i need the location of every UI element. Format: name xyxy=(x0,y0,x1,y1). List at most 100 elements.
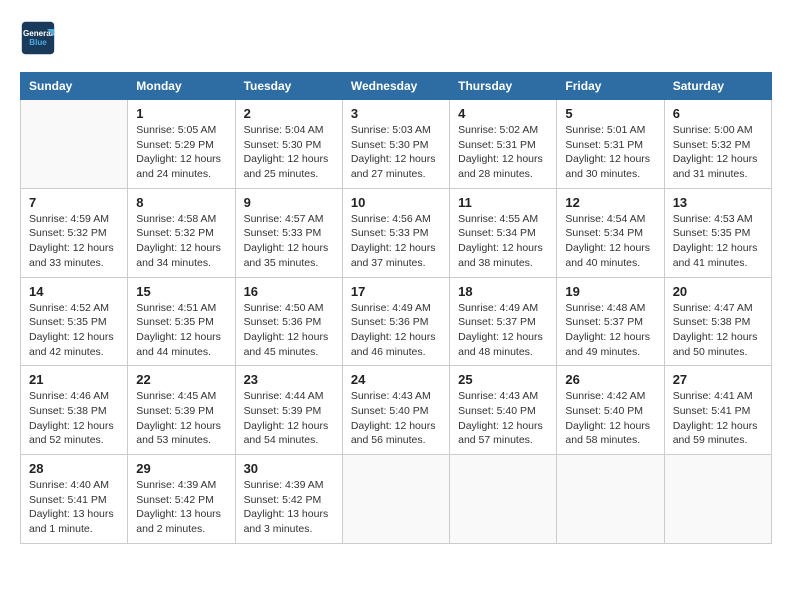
day-detail: Sunrise: 4:48 AM Sunset: 5:37 PM Dayligh… xyxy=(565,301,655,360)
calendar-cell: 14 Sunrise: 4:52 AM Sunset: 5:35 PM Dayli… xyxy=(21,277,128,366)
calendar-cell: 6Sunrise: 5:00 AM Sunset: 5:32 PM Daylig… xyxy=(664,100,771,189)
day-number: 14 xyxy=(29,284,119,299)
calendar-cell: 30Sunrise: 4:39 AM Sunset: 5:42 PM Dayli… xyxy=(235,455,342,544)
calendar-cell: 19 Sunrise: 4:48 AM Sunset: 5:37 PM Dayli… xyxy=(557,277,664,366)
calendar-cell: 16Sunrise: 4:50 AM Sunset: 5:36 PM Dayli… xyxy=(235,277,342,366)
week-row-4: 21Sunrise: 4:46 AM Sunset: 5:38 PM Dayli… xyxy=(21,366,772,455)
day-number: 19 xyxy=(565,284,655,299)
calendar-cell: 4 Sunrise: 5:02 AM Sunset: 5:31 PM Daylig… xyxy=(450,100,557,189)
calendar-cell: 23 Sunrise: 4:44 AM Sunset: 5:39 PM Dayli… xyxy=(235,366,342,455)
svg-text:Blue: Blue xyxy=(29,38,47,47)
calendar-cell: 2 Sunrise: 5:04 AM Sunset: 5:30 PM Daylig… xyxy=(235,100,342,189)
day-detail: Sunrise: 5:03 AM Sunset: 5:30 PM Dayligh… xyxy=(351,123,441,182)
calendar-cell: 27 Sunrise: 4:41 AM Sunset: 5:41 PM Dayli… xyxy=(664,366,771,455)
day-detail: Sunrise: 4:55 AM Sunset: 5:34 PM Dayligh… xyxy=(458,212,548,271)
calendar-cell: 20 Sunrise: 4:47 AM Sunset: 5:38 PM Dayli… xyxy=(664,277,771,366)
calendar-cell xyxy=(664,455,771,544)
day-number: 27 xyxy=(673,372,763,387)
day-detail: Sunrise: 4:56 AM Sunset: 5:33 PM Dayligh… xyxy=(351,212,441,271)
calendar-cell: 11 Sunrise: 4:55 AM Sunset: 5:34 PM Dayli… xyxy=(450,188,557,277)
day-detail: Sunrise: 5:02 AM Sunset: 5:31 PM Dayligh… xyxy=(458,123,548,182)
day-number: 9 xyxy=(244,195,334,210)
day-number: 28 xyxy=(29,461,119,476)
calendar-cell: 26Sunrise: 4:42 AM Sunset: 5:40 PM Dayli… xyxy=(557,366,664,455)
day-number: 1 xyxy=(136,106,226,121)
day-detail: Sunrise: 4:40 AM Sunset: 5:41 PM Dayligh… xyxy=(29,478,119,537)
day-number: 23 xyxy=(244,372,334,387)
calendar-cell xyxy=(21,100,128,189)
day-number: 26 xyxy=(565,372,655,387)
calendar-cell: 12Sunrise: 4:54 AM Sunset: 5:34 PM Dayli… xyxy=(557,188,664,277)
day-detail: Sunrise: 4:49 AM Sunset: 5:36 PM Dayligh… xyxy=(351,301,441,360)
calendar-header-row: SundayMondayTuesdayWednesdayThursdayFrid… xyxy=(21,73,772,100)
calendar-cell: 15Sunrise: 4:51 AM Sunset: 5:35 PM Dayli… xyxy=(128,277,235,366)
svg-text:General: General xyxy=(23,29,53,38)
day-detail: Sunrise: 5:01 AM Sunset: 5:31 PM Dayligh… xyxy=(565,123,655,182)
day-number: 8 xyxy=(136,195,226,210)
day-header-thursday: Thursday xyxy=(450,73,557,100)
day-number: 20 xyxy=(673,284,763,299)
day-detail: Sunrise: 4:59 AM Sunset: 5:32 PM Dayligh… xyxy=(29,212,119,271)
day-detail: Sunrise: 4:39 AM Sunset: 5:42 PM Dayligh… xyxy=(136,478,226,537)
day-detail: Sunrise: 4:51 AM Sunset: 5:35 PM Dayligh… xyxy=(136,301,226,360)
day-number: 25 xyxy=(458,372,548,387)
day-number: 24 xyxy=(351,372,441,387)
day-number: 17 xyxy=(351,284,441,299)
day-number: 10 xyxy=(351,195,441,210)
calendar-cell: 24 Sunrise: 4:43 AM Sunset: 5:40 PM Dayli… xyxy=(342,366,449,455)
calendar-cell: 22 Sunrise: 4:45 AM Sunset: 5:39 PM Dayli… xyxy=(128,366,235,455)
calendar-cell: 1 Sunrise: 5:05 AM Sunset: 5:29 PM Daylig… xyxy=(128,100,235,189)
day-number: 13 xyxy=(673,195,763,210)
calendar-cell: 29 Sunrise: 4:39 AM Sunset: 5:42 PM Dayli… xyxy=(128,455,235,544)
day-number: 29 xyxy=(136,461,226,476)
day-header-friday: Friday xyxy=(557,73,664,100)
day-number: 21 xyxy=(29,372,119,387)
day-detail: Sunrise: 4:44 AM Sunset: 5:39 PM Dayligh… xyxy=(244,389,334,448)
day-detail: Sunrise: 5:00 AM Sunset: 5:32 PM Dayligh… xyxy=(673,123,763,182)
day-header-tuesday: Tuesday xyxy=(235,73,342,100)
day-detail: Sunrise: 4:43 AM Sunset: 5:40 PM Dayligh… xyxy=(351,389,441,448)
day-number: 4 xyxy=(458,106,548,121)
calendar-cell: 5 Sunrise: 5:01 AM Sunset: 5:31 PM Daylig… xyxy=(557,100,664,189)
day-detail: Sunrise: 4:54 AM Sunset: 5:34 PM Dayligh… xyxy=(565,212,655,271)
day-number: 11 xyxy=(458,195,548,210)
week-row-3: 14 Sunrise: 4:52 AM Sunset: 5:35 PM Dayli… xyxy=(21,277,772,366)
page-header: General Blue xyxy=(20,20,772,56)
calendar-cell xyxy=(342,455,449,544)
day-detail: Sunrise: 4:45 AM Sunset: 5:39 PM Dayligh… xyxy=(136,389,226,448)
day-detail: Sunrise: 4:41 AM Sunset: 5:41 PM Dayligh… xyxy=(673,389,763,448)
calendar-cell: 25 Sunrise: 4:43 AM Sunset: 5:40 PM Dayli… xyxy=(450,366,557,455)
day-number: 3 xyxy=(351,106,441,121)
week-row-1: 1 Sunrise: 5:05 AM Sunset: 5:29 PM Daylig… xyxy=(21,100,772,189)
week-row-5: 28 Sunrise: 4:40 AM Sunset: 5:41 PM Dayli… xyxy=(21,455,772,544)
day-number: 30 xyxy=(244,461,334,476)
day-header-monday: Monday xyxy=(128,73,235,100)
calendar-cell: 10 Sunrise: 4:56 AM Sunset: 5:33 PM Dayli… xyxy=(342,188,449,277)
day-number: 22 xyxy=(136,372,226,387)
day-detail: Sunrise: 4:50 AM Sunset: 5:36 PM Dayligh… xyxy=(244,301,334,360)
calendar-cell: 3 Sunrise: 5:03 AM Sunset: 5:30 PM Daylig… xyxy=(342,100,449,189)
day-header-wednesday: Wednesday xyxy=(342,73,449,100)
day-header-sunday: Sunday xyxy=(21,73,128,100)
day-number: 5 xyxy=(565,106,655,121)
calendar-cell xyxy=(450,455,557,544)
calendar-cell xyxy=(557,455,664,544)
day-detail: Sunrise: 5:04 AM Sunset: 5:30 PM Dayligh… xyxy=(244,123,334,182)
calendar-cell: 9 Sunrise: 4:57 AM Sunset: 5:33 PM Daylig… xyxy=(235,188,342,277)
calendar-table: SundayMondayTuesdayWednesdayThursdayFrid… xyxy=(20,72,772,544)
week-row-2: 7 Sunrise: 4:59 AM Sunset: 5:32 PM Daylig… xyxy=(21,188,772,277)
day-detail: Sunrise: 4:57 AM Sunset: 5:33 PM Dayligh… xyxy=(244,212,334,271)
day-detail: Sunrise: 5:05 AM Sunset: 5:29 PM Dayligh… xyxy=(136,123,226,182)
day-detail: Sunrise: 4:47 AM Sunset: 5:38 PM Dayligh… xyxy=(673,301,763,360)
day-header-saturday: Saturday xyxy=(664,73,771,100)
day-detail: Sunrise: 4:52 AM Sunset: 5:35 PM Dayligh… xyxy=(29,301,119,360)
logo: General Blue xyxy=(20,20,60,56)
calendar-cell: 7 Sunrise: 4:59 AM Sunset: 5:32 PM Daylig… xyxy=(21,188,128,277)
calendar-cell: 21Sunrise: 4:46 AM Sunset: 5:38 PM Dayli… xyxy=(21,366,128,455)
day-number: 2 xyxy=(244,106,334,121)
day-number: 7 xyxy=(29,195,119,210)
calendar-cell: 28 Sunrise: 4:40 AM Sunset: 5:41 PM Dayli… xyxy=(21,455,128,544)
logo-icon: General Blue xyxy=(20,20,56,56)
day-number: 18 xyxy=(458,284,548,299)
day-detail: Sunrise: 4:43 AM Sunset: 5:40 PM Dayligh… xyxy=(458,389,548,448)
